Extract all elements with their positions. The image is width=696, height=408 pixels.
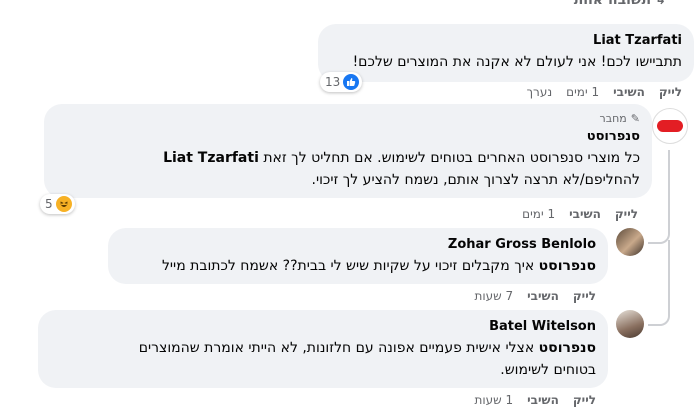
comment-text-body: איך מקבלים זיכוי על שקיות שיש לי בבית?? …: [161, 258, 535, 274]
reply-button[interactable]: השיבי: [613, 84, 645, 100]
comment-author[interactable]: סנפרוסט: [56, 128, 640, 145]
haha-icon: [55, 196, 72, 212]
like-icon: [343, 74, 360, 90]
pencil-icon: ✎: [630, 112, 640, 125]
comment-author[interactable]: Batel Witelson: [50, 318, 596, 335]
comment-text: סנפרוסט איך מקבלים זיכוי על שקיות שיש לי…: [120, 255, 596, 277]
reply-button[interactable]: השיבי: [527, 288, 559, 304]
like-button[interactable]: לייק: [659, 84, 682, 100]
comment-actions: לייק השיבי 1 ימים: [522, 206, 638, 222]
comment-text-line1: אצלי אישית פעמיים אפונה עם חלזונות, לא ה…: [138, 340, 535, 356]
comment-bubble-sanfrost: ✎ מחבר סנפרוסט כל מוצרי סנפרוסט האחרים ב…: [44, 104, 652, 198]
like-button[interactable]: לייק: [573, 288, 596, 304]
mention-link[interactable]: Liat Tzarfati: [163, 150, 259, 166]
mention-link[interactable]: סנפרוסט: [539, 258, 596, 274]
comment-bubble-batel: Batel Witelson סנפרוסט אצלי אישית פעמיים…: [38, 310, 608, 388]
avatar-batel[interactable]: [616, 310, 644, 338]
replies-header-label: תשובה אחת: [573, 0, 652, 8]
timestamp[interactable]: 7 שעות: [474, 288, 513, 304]
author-badge-label: מחבר: [599, 112, 627, 125]
reply-button[interactable]: השיבי: [569, 206, 601, 222]
comment-text-line2: בטוחים לשימוש.: [500, 362, 596, 378]
timestamp[interactable]: 1 ימים: [566, 84, 599, 100]
comment-bubble-liat: Liat Tzarfati תתביישו לכם! אני לעולם לא …: [318, 24, 694, 82]
author-badge: ✎ מחבר: [56, 112, 640, 126]
reaction-count: 5: [45, 197, 53, 211]
timestamp[interactable]: 1 ימים: [522, 206, 555, 222]
reaction-summary[interactable]: 5: [40, 194, 75, 214]
mention-link[interactable]: סנפרוסט: [539, 340, 596, 356]
avatar-zohar[interactable]: [616, 228, 644, 256]
reaction-count: 13: [325, 75, 341, 89]
edited-label: נערך: [526, 85, 553, 99]
comment-author[interactable]: Zohar Gross Benlolo: [120, 236, 596, 253]
comment-text: תתביישו לכם! אני לעולם לא אקנה את המוצרי…: [352, 54, 682, 70]
comment-text: סנפרוסט אצלי אישית פעמיים אפונה עם חלזונ…: [50, 337, 596, 359]
replies-header[interactable]: ↳ תשובה אחת: [574, 0, 666, 8]
comment-text-line1: כל מוצרי סנפרוסט האחרים בטוחים לשימוש. א…: [263, 150, 640, 166]
comment-bubble-zohar: Zohar Gross Benlolo סנפרוסט איך מקבלים ז…: [108, 228, 608, 284]
avatar-sanfrost[interactable]: [652, 108, 688, 144]
comment-actions: לייק השיבי 1 ימים נערך: [527, 84, 682, 100]
comment-text-line2: להחליפם/לא תרצה לצרוך אותם, נשמח להציע ל…: [311, 172, 640, 188]
like-button[interactable]: לייק: [615, 206, 638, 222]
reaction-summary[interactable]: 13: [320, 72, 363, 92]
reply-arrow-icon: ↳: [655, 0, 666, 8]
thread-line: [648, 240, 670, 326]
comment-author[interactable]: Liat Tzarfati: [330, 32, 682, 49]
sanfrost-logo: [657, 120, 683, 132]
comment-actions: לייק השיבי 7 שעות: [474, 288, 596, 304]
comment-text: כל מוצרי סנפרוסט האחרים בטוחים לשימוש. א…: [56, 147, 640, 169]
